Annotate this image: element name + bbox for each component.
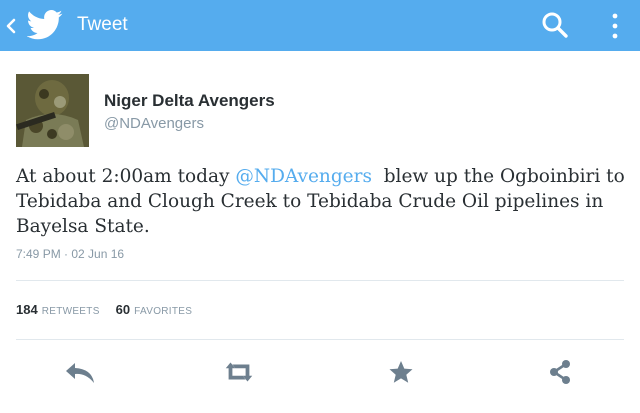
retweets-count[interactable]: 184 bbox=[16, 302, 38, 317]
search-icon[interactable] bbox=[540, 10, 570, 40]
favorite-button[interactable] bbox=[384, 357, 418, 387]
twitter-bird-icon[interactable] bbox=[27, 10, 63, 40]
back-chevron-icon[interactable] bbox=[4, 17, 18, 35]
favorites-label[interactable]: FAVORITES bbox=[134, 306, 192, 317]
tweet-text: At about 2:00am today @NDAvengers blew u… bbox=[16, 164, 626, 239]
app-bar: Tweet bbox=[0, 0, 640, 51]
divider bbox=[16, 280, 624, 281]
divider bbox=[16, 339, 624, 340]
reply-button[interactable] bbox=[63, 357, 97, 387]
favorite-icon bbox=[389, 361, 413, 383]
share-icon bbox=[550, 360, 570, 384]
retweets-label[interactable]: RETWEETS bbox=[42, 306, 100, 317]
avatar-image bbox=[16, 74, 89, 147]
overflow-menu-icon[interactable] bbox=[610, 12, 620, 40]
tweet-text-before: At about 2:00am today bbox=[16, 166, 236, 187]
tweet-stats: 184 RETWEETS 60 FAVORITES bbox=[16, 302, 208, 317]
retweet-button[interactable] bbox=[222, 357, 256, 387]
author-handle[interactable]: @NDAvengers bbox=[104, 115, 204, 132]
retweet-icon bbox=[225, 362, 253, 382]
appbar-title: Tweet bbox=[77, 14, 128, 35]
author-name[interactable]: Niger Delta Avengers bbox=[104, 91, 275, 111]
share-button[interactable] bbox=[543, 357, 577, 387]
favorites-count[interactable]: 60 bbox=[116, 302, 130, 317]
tweet-timestamp: 7:49 PM · 02 Jun 16 bbox=[16, 247, 125, 261]
author-avatar[interactable] bbox=[16, 74, 89, 147]
tweet-mention-link[interactable]: @NDAvengers bbox=[235, 166, 372, 187]
reply-icon bbox=[66, 363, 94, 383]
